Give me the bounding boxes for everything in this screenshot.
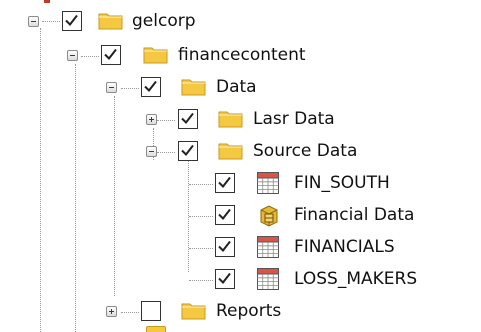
checkbox-data[interactable] <box>141 77 161 97</box>
tree-item-label[interactable]: financecontent <box>178 44 306 66</box>
tree-connector <box>157 152 175 153</box>
folder-icon <box>218 108 244 128</box>
table-icon <box>257 172 279 194</box>
tree-connector <box>40 28 41 332</box>
checkbox-fin-south[interactable] <box>215 173 235 193</box>
checkbox-source-data[interactable] <box>178 141 198 161</box>
folder-icon <box>143 44 169 64</box>
expand-icon[interactable] <box>146 114 157 125</box>
checkbox-financecontent[interactable] <box>101 45 121 65</box>
folder-icon <box>181 300 207 320</box>
tree-connector <box>121 312 139 313</box>
folder-icon <box>218 140 244 160</box>
checkbox-reports[interactable] <box>141 301 161 321</box>
tree-connector <box>189 280 213 281</box>
cube-icon <box>257 204 281 228</box>
tree-item-label[interactable]: gelcorp <box>132 10 196 32</box>
partial-folder-icon <box>146 326 166 332</box>
table-icon <box>257 236 279 258</box>
tree-connector <box>189 248 213 249</box>
collapse-icon[interactable] <box>28 16 39 27</box>
tree-connector <box>81 56 99 57</box>
tree-connector <box>157 120 175 121</box>
partial-item-marker <box>44 0 50 3</box>
tree-item-label[interactable]: LOSS_MAKERS <box>294 268 417 290</box>
collapse-icon[interactable] <box>67 50 78 61</box>
collapse-icon[interactable] <box>106 82 117 93</box>
expand-icon[interactable] <box>106 306 117 317</box>
table-icon <box>257 268 279 290</box>
tree-item-label[interactable]: Data <box>216 76 257 98</box>
tree-item-label[interactable]: Source Data <box>253 140 357 162</box>
tree-connector <box>189 216 213 217</box>
folder-icon <box>98 10 124 30</box>
checkbox-lasr-data[interactable] <box>178 109 198 129</box>
collapse-icon[interactable] <box>146 146 157 157</box>
checkbox-financial-data[interactable] <box>215 205 235 225</box>
tree-item-label[interactable]: FINANCIALS <box>294 236 395 258</box>
checkbox-loss-makers[interactable] <box>215 269 235 289</box>
tree-connector <box>189 184 213 185</box>
tree-item-label[interactable]: Lasr Data <box>253 108 335 130</box>
tree-connector <box>42 21 60 22</box>
tree-item-label[interactable]: Financial Data <box>294 204 414 226</box>
tree-connector <box>121 88 139 89</box>
checkbox-gelcorp[interactable] <box>62 11 82 31</box>
folder-icon <box>181 76 207 96</box>
checkbox-financials[interactable] <box>215 237 235 257</box>
tree-item-label[interactable]: FIN_SOUTH <box>294 172 390 194</box>
tree-connector <box>114 96 115 296</box>
tree-item-label[interactable]: Reports <box>216 300 281 322</box>
folder-tree: gelcorp financecontent Data Lasr Data So… <box>0 0 481 332</box>
tree-connector <box>75 64 76 332</box>
